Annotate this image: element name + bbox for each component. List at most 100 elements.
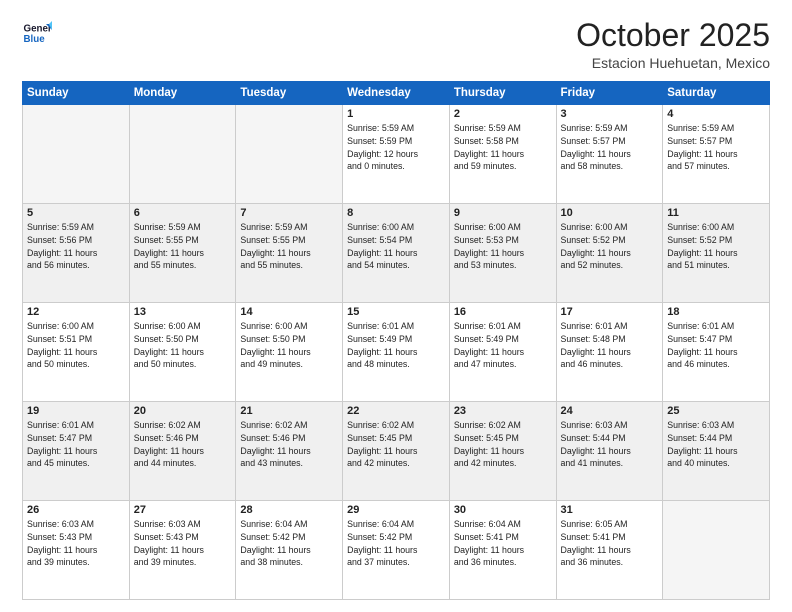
calendar-cell: 4 Sunrise: 5:59 AMSunset: 5:57 PMDaylight… (663, 105, 770, 204)
calendar-cell: 16 Sunrise: 6:01 AMSunset: 5:49 PMDayligh… (449, 303, 556, 402)
calendar: SundayMondayTuesdayWednesdayThursdayFrid… (22, 81, 770, 600)
day-info: Sunrise: 6:04 AMSunset: 5:42 PMDaylight:… (240, 518, 338, 569)
calendar-cell: 29 Sunrise: 6:04 AMSunset: 5:42 PMDayligh… (343, 501, 450, 600)
day-info: Sunrise: 6:02 AMSunset: 5:45 PMDaylight:… (347, 419, 445, 470)
day-info: Sunrise: 5:59 AMSunset: 5:55 PMDaylight:… (134, 221, 232, 272)
day-info: Sunrise: 6:02 AMSunset: 5:46 PMDaylight:… (134, 419, 232, 470)
calendar-cell: 10 Sunrise: 6:00 AMSunset: 5:52 PMDayligh… (556, 204, 663, 303)
calendar-cell (129, 105, 236, 204)
calendar-cell: 25 Sunrise: 6:03 AMSunset: 5:44 PMDayligh… (663, 402, 770, 501)
day-number: 22 (347, 405, 445, 417)
calendar-cell (236, 105, 343, 204)
weekday-tuesday: Tuesday (236, 82, 343, 105)
calendar-cell: 5Sunrise: 5:59 AMSunset: 5:56 PMDaylight… (23, 204, 130, 303)
day-info: Sunrise: 6:01 AMSunset: 5:48 PMDaylight:… (561, 320, 659, 371)
calendar-cell: 28 Sunrise: 6:04 AMSunset: 5:42 PMDayligh… (236, 501, 343, 600)
calendar-cell: 21 Sunrise: 6:02 AMSunset: 5:46 PMDayligh… (236, 402, 343, 501)
day-info: Sunrise: 6:01 AMSunset: 5:47 PMDaylight:… (667, 320, 765, 371)
weekday-header-row: SundayMondayTuesdayWednesdayThursdayFrid… (23, 82, 770, 105)
day-info: Sunrise: 6:00 AMSunset: 5:52 PMDaylight:… (561, 221, 659, 272)
day-number: 1 (347, 108, 445, 120)
calendar-cell: 14 Sunrise: 6:00 AMSunset: 5:50 PMDayligh… (236, 303, 343, 402)
calendar-cell: 6 Sunrise: 5:59 AMSunset: 5:55 PMDaylight… (129, 204, 236, 303)
calendar-cell: 17 Sunrise: 6:01 AMSunset: 5:48 PMDayligh… (556, 303, 663, 402)
day-number: 31 (561, 504, 659, 516)
title-area: October 2025 Estacion Huehuetan, Mexico (576, 18, 770, 71)
day-info: Sunrise: 6:01 AMSunset: 5:47 PMDaylight:… (27, 419, 125, 470)
day-number: 26 (27, 504, 125, 516)
logo: General Blue (22, 18, 52, 48)
calendar-cell: 24 Sunrise: 6:03 AMSunset: 5:44 PMDayligh… (556, 402, 663, 501)
week-row-3: 12 Sunrise: 6:00 AMSunset: 5:51 PMDayligh… (23, 303, 770, 402)
calendar-cell: 23Sunrise: 6:02 AMSunset: 5:45 PMDayligh… (449, 402, 556, 501)
day-number: 9 (454, 207, 552, 219)
day-number: 24 (561, 405, 659, 417)
day-number: 14 (240, 306, 338, 318)
weekday-sunday: Sunday (23, 82, 130, 105)
header: General Blue October 2025 Estacion Huehu… (22, 18, 770, 71)
day-info: Sunrise: 5:59 AMSunset: 5:58 PMDaylight:… (454, 122, 552, 173)
calendar-cell: 11 Sunrise: 6:00 AMSunset: 5:52 PMDayligh… (663, 204, 770, 303)
calendar-cell: 30Sunrise: 6:04 AMSunset: 5:41 PMDayligh… (449, 501, 556, 600)
day-number: 27 (134, 504, 232, 516)
day-info: Sunrise: 6:03 AMSunset: 5:44 PMDaylight:… (667, 419, 765, 470)
calendar-cell: 13Sunrise: 6:00 AMSunset: 5:50 PMDayligh… (129, 303, 236, 402)
day-info: Sunrise: 6:03 AMSunset: 5:44 PMDaylight:… (561, 419, 659, 470)
calendar-cell: 22 Sunrise: 6:02 AMSunset: 5:45 PMDayligh… (343, 402, 450, 501)
day-number: 23 (454, 405, 552, 417)
day-number: 20 (134, 405, 232, 417)
day-number: 17 (561, 306, 659, 318)
day-info: Sunrise: 5:59 AMSunset: 5:55 PMDaylight:… (240, 221, 338, 272)
day-info: Sunrise: 6:03 AMSunset: 5:43 PMDaylight:… (27, 518, 125, 569)
day-number: 29 (347, 504, 445, 516)
calendar-cell: 2Sunrise: 5:59 AMSunset: 5:58 PMDaylight… (449, 105, 556, 204)
day-info: Sunrise: 6:00 AMSunset: 5:50 PMDaylight:… (240, 320, 338, 371)
day-info: Sunrise: 6:00 AMSunset: 5:52 PMDaylight:… (667, 221, 765, 272)
calendar-cell (663, 501, 770, 600)
day-info: Sunrise: 6:01 AMSunset: 5:49 PMDaylight:… (454, 320, 552, 371)
week-row-1: 1 Sunrise: 5:59 AMSunset: 5:59 PMDaylight… (23, 105, 770, 204)
day-info: Sunrise: 6:00 AMSunset: 5:53 PMDaylight:… (454, 221, 552, 272)
day-number: 11 (667, 207, 765, 219)
day-number: 10 (561, 207, 659, 219)
day-number: 7 (240, 207, 338, 219)
day-info: Sunrise: 5:59 AMSunset: 5:57 PMDaylight:… (667, 122, 765, 173)
day-number: 3 (561, 108, 659, 120)
calendar-cell: 31 Sunrise: 6:05 AMSunset: 5:41 PMDayligh… (556, 501, 663, 600)
weekday-monday: Monday (129, 82, 236, 105)
day-number: 28 (240, 504, 338, 516)
day-number: 25 (667, 405, 765, 417)
day-info: Sunrise: 5:59 AMSunset: 5:59 PMDaylight:… (347, 122, 445, 173)
week-row-5: 26 Sunrise: 6:03 AMSunset: 5:43 PMDayligh… (23, 501, 770, 600)
day-number: 19 (27, 405, 125, 417)
day-number: 6 (134, 207, 232, 219)
day-info: Sunrise: 6:01 AMSunset: 5:49 PMDaylight:… (347, 320, 445, 371)
day-number: 15 (347, 306, 445, 318)
calendar-cell: 7 Sunrise: 5:59 AMSunset: 5:55 PMDaylight… (236, 204, 343, 303)
day-number: 21 (240, 405, 338, 417)
logo-icon: General Blue (22, 18, 52, 48)
day-number: 13 (134, 306, 232, 318)
calendar-cell: 27Sunrise: 6:03 AMSunset: 5:43 PMDayligh… (129, 501, 236, 600)
day-number: 16 (454, 306, 552, 318)
weekday-friday: Friday (556, 82, 663, 105)
week-row-2: 5Sunrise: 5:59 AMSunset: 5:56 PMDaylight… (23, 204, 770, 303)
calendar-cell: 8Sunrise: 6:00 AMSunset: 5:54 PMDaylight… (343, 204, 450, 303)
day-info: Sunrise: 6:04 AMSunset: 5:42 PMDaylight:… (347, 518, 445, 569)
page: General Blue October 2025 Estacion Huehu… (0, 0, 792, 612)
day-number: 18 (667, 306, 765, 318)
day-info: Sunrise: 6:00 AMSunset: 5:51 PMDaylight:… (27, 320, 125, 371)
weekday-saturday: Saturday (663, 82, 770, 105)
calendar-cell: 9 Sunrise: 6:00 AMSunset: 5:53 PMDaylight… (449, 204, 556, 303)
calendar-cell: 12 Sunrise: 6:00 AMSunset: 5:51 PMDayligh… (23, 303, 130, 402)
calendar-cell: 1 Sunrise: 5:59 AMSunset: 5:59 PMDaylight… (343, 105, 450, 204)
day-number: 12 (27, 306, 125, 318)
day-info: Sunrise: 6:02 AMSunset: 5:46 PMDaylight:… (240, 419, 338, 470)
day-info: Sunrise: 6:00 AMSunset: 5:54 PMDaylight:… (347, 221, 445, 272)
day-number: 5 (27, 207, 125, 219)
day-number: 4 (667, 108, 765, 120)
day-info: Sunrise: 6:05 AMSunset: 5:41 PMDaylight:… (561, 518, 659, 569)
calendar-cell: 19 Sunrise: 6:01 AMSunset: 5:47 PMDayligh… (23, 402, 130, 501)
calendar-cell: 26 Sunrise: 6:03 AMSunset: 5:43 PMDayligh… (23, 501, 130, 600)
location-subtitle: Estacion Huehuetan, Mexico (576, 55, 770, 71)
